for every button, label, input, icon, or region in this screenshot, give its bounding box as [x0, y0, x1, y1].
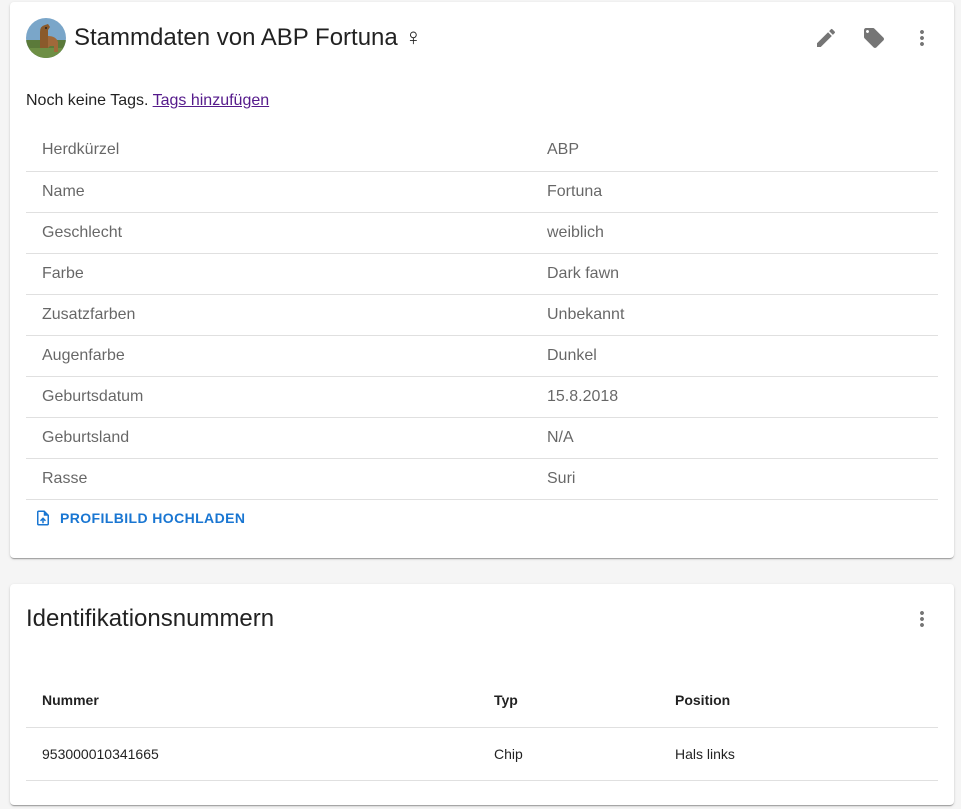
field-value: Dark fawn	[547, 264, 620, 282]
more-menu-button[interactable]	[898, 16, 946, 60]
master-data-row: Herdkürzel ABP	[26, 130, 938, 171]
field-value: N/A	[547, 428, 574, 446]
more-vert-icon	[920, 30, 924, 46]
field-label: Name	[42, 182, 85, 200]
field-value: Unbekannt	[547, 305, 625, 323]
field-label: Augenfarbe	[42, 346, 125, 364]
tags-empty-text: Noch keine Tags.	[26, 92, 149, 109]
column-header-type[interactable]: Typ	[478, 673, 659, 728]
column-header-position[interactable]: Position	[659, 673, 938, 728]
table-row[interactable]: 953000010341665 Chip Hals links	[26, 727, 938, 781]
master-data-row: Name Fortuna	[26, 171, 938, 212]
avatar	[26, 18, 66, 58]
identification-numbers-card: Identifikationsnummern Nummer Typ Positi…	[10, 584, 954, 805]
field-value: weiblich	[547, 223, 604, 241]
master-data-card: Stammdaten von ABP Fortuna ♀ Noch keine …	[10, 2, 954, 558]
ids-card-title: Identifikationsnummern	[26, 605, 275, 632]
tag-button[interactable]	[850, 16, 898, 60]
ids-card-actions	[898, 597, 946, 641]
master-data-row: Rasse Suri	[26, 458, 938, 499]
tags-line: Noch keine Tags. Tags hinzufügen	[26, 91, 269, 111]
tag-icon	[864, 28, 884, 48]
file-upload-icon	[37, 510, 49, 526]
field-value: Suri	[547, 469, 576, 487]
master-data-row: Augenfarbe Dunkel	[26, 335, 938, 376]
cell-type: Chip	[478, 727, 659, 781]
field-label: Geschlecht	[42, 223, 123, 241]
master-data-table: Herdkürzel ABP Name Fortuna Geschlecht weibli…	[26, 130, 938, 500]
field-label: Rasse	[42, 469, 88, 487]
identification-numbers-table: Nummer Typ Position 953000010341665 Chip H…	[26, 673, 938, 781]
cell-position: Hals links	[659, 727, 938, 781]
more-vert-icon	[920, 611, 924, 627]
master-card-header: Stammdaten von ABP Fortuna ♀	[26, 16, 938, 60]
master-data-row: Geburtsdatum 15.8.2018	[26, 376, 938, 417]
field-label: Farbe	[42, 264, 84, 282]
field-value: Dunkel	[547, 346, 597, 364]
ids-card-header: Identifikationsnummern	[26, 597, 938, 641]
field-value: ABP	[547, 141, 580, 159]
master-data-row: Geburtsland N/A	[26, 417, 938, 458]
edit-button[interactable]	[802, 16, 850, 60]
add-tags-link[interactable]: Tags hinzufügen	[153, 92, 270, 109]
master-data-row: Geschlecht weiblich	[26, 212, 938, 253]
field-value: Fortuna	[547, 182, 603, 200]
upload-profile-picture-label: PROFILBILD HOCHLADEN	[60, 510, 246, 526]
column-header-number[interactable]: Nummer	[26, 673, 478, 728]
master-card-actions	[802, 16, 946, 60]
master-data-row: Zusatzfarben Unbekannt	[26, 294, 938, 335]
edit-icon	[817, 28, 836, 47]
field-label: Geburtsdatum	[42, 387, 144, 405]
field-value: 15.8.2018	[547, 387, 619, 405]
upload-profile-picture-button[interactable]: PROFILBILD HOCHLADEN	[26, 502, 253, 534]
table-header-row: Nummer Typ Position	[26, 673, 938, 728]
master-data-row: Farbe Dark fawn	[26, 253, 938, 294]
master-card-title: Stammdaten von ABP Fortuna ♀	[74, 24, 423, 51]
cell-number: 953000010341665	[26, 727, 478, 781]
field-label: Geburtsland	[42, 428, 130, 446]
field-label: Herdkürzel	[42, 141, 120, 159]
field-label: Zusatzfarben	[42, 305, 136, 323]
ids-more-menu-button[interactable]	[898, 597, 946, 641]
